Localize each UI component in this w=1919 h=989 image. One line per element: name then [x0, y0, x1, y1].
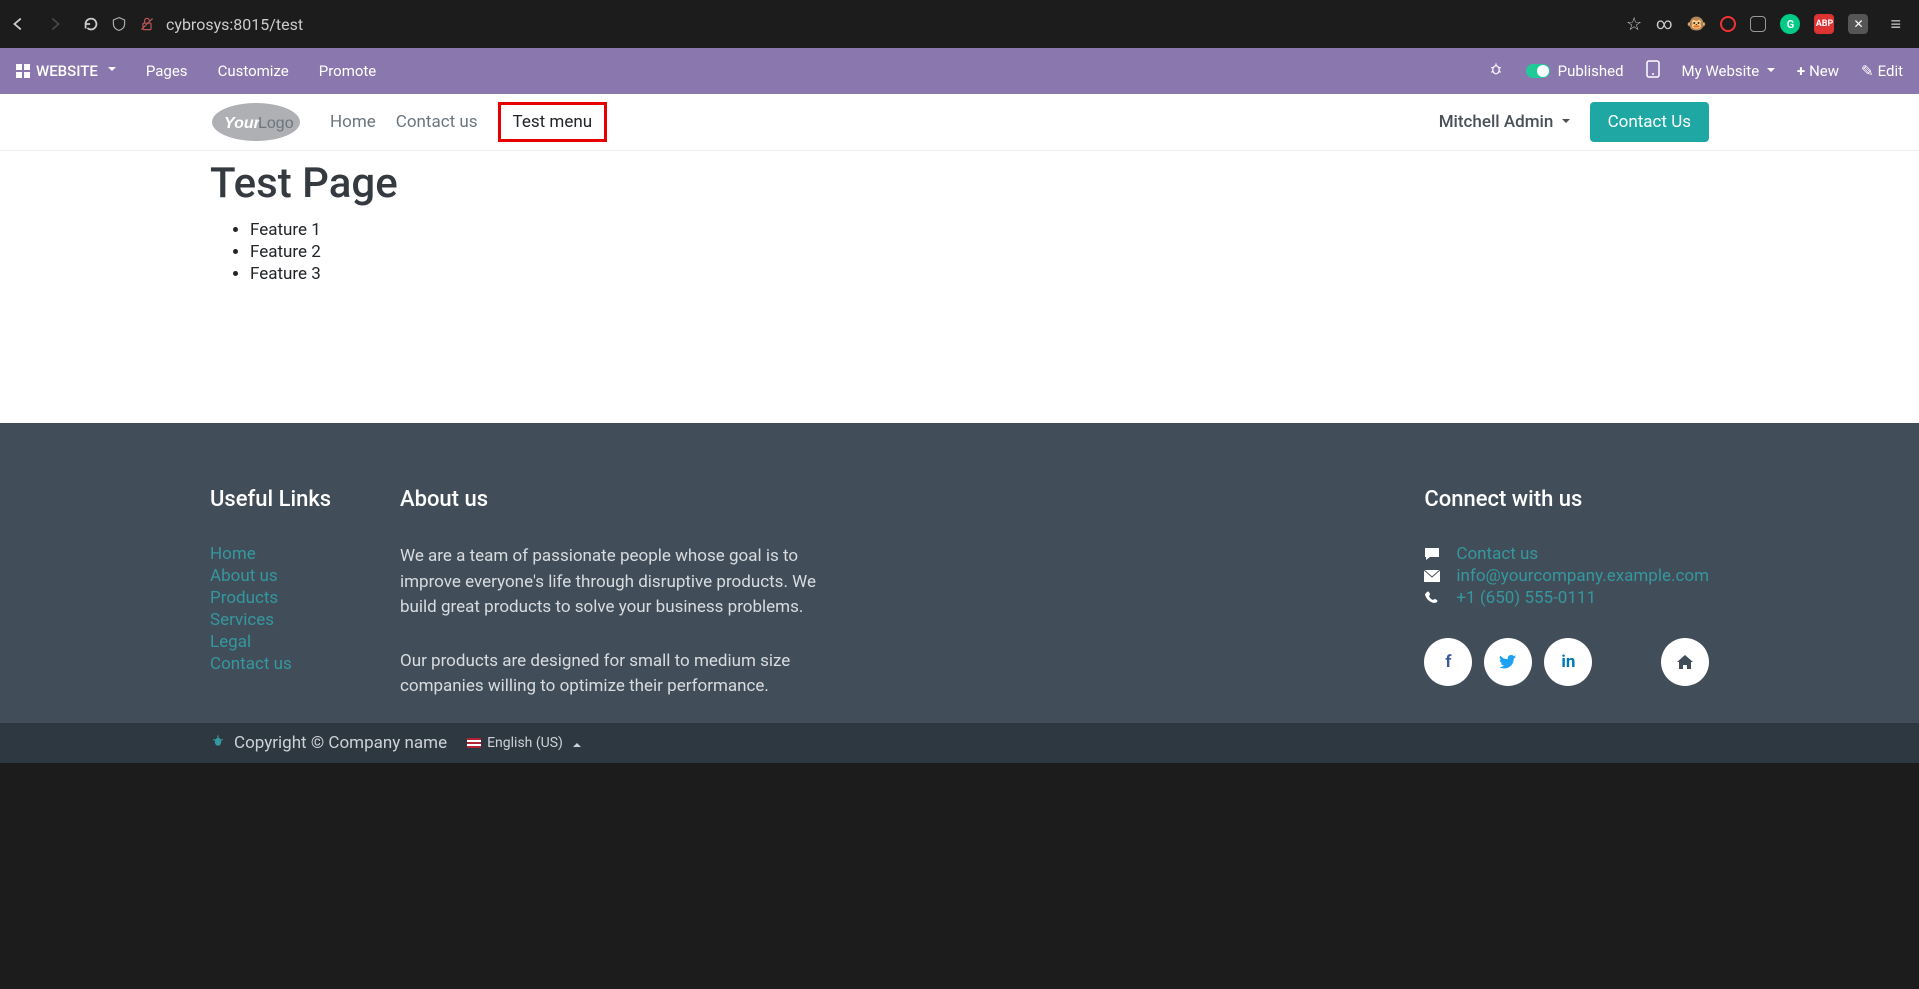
language-label: English (US): [487, 735, 563, 751]
my-website-dropdown[interactable]: My Website: [1682, 62, 1775, 80]
phone-icon: [1424, 591, 1442, 605]
website-app-dropdown[interactable]: WEBSITE: [16, 62, 116, 80]
footer-link-home[interactable]: Home: [210, 544, 256, 564]
connect-col: Connect with us Contact us info@yourcomp…: [1424, 487, 1709, 728]
envelope-icon: [1424, 570, 1442, 582]
site-logo[interactable]: Your Logo: [210, 101, 302, 143]
chat-icon: [1424, 547, 1442, 561]
published-label: Published: [1558, 62, 1624, 80]
linkedin-button[interactable]: in: [1544, 638, 1592, 686]
svg-text:Your: Your: [224, 115, 261, 132]
nav-test-menu[interactable]: Test menu: [498, 102, 608, 142]
my-website-label: My Website: [1682, 62, 1760, 80]
footer-link-products[interactable]: Products: [210, 588, 278, 608]
caret-down-icon: [108, 67, 116, 75]
useful-links-title: Useful Links: [210, 487, 400, 512]
lock-slash-icon[interactable]: [138, 15, 156, 33]
email-link[interactable]: info@yourcompany.example.com: [1456, 566, 1709, 586]
contact-us-button[interactable]: Contact Us: [1590, 102, 1709, 142]
menu-customize[interactable]: Customize: [218, 62, 289, 80]
footer-link-services[interactable]: Services: [210, 610, 274, 630]
ext-abp-icon[interactable]: ABP: [1814, 14, 1834, 34]
connect-title: Connect with us: [1424, 487, 1709, 512]
ext-monkey-icon[interactable]: 🐵: [1687, 14, 1707, 34]
ext-x-icon[interactable]: ✕: [1848, 14, 1868, 34]
back-button[interactable]: [10, 15, 28, 33]
nav-home[interactable]: Home: [330, 112, 376, 132]
language-selector[interactable]: English (US): [467, 735, 581, 751]
forward-button[interactable]: [46, 15, 64, 33]
ext-square-icon[interactable]: [1750, 16, 1766, 32]
footer-link-contact[interactable]: Contact us: [210, 654, 292, 674]
shield-icon[interactable]: [110, 15, 128, 33]
site-header: Your Logo Home Contact us Test menu Mitc…: [0, 94, 1919, 151]
bookmark-star-icon[interactable]: ☆: [1626, 14, 1642, 35]
caret-down-icon: [1562, 119, 1570, 127]
footer: Useful Links Home About us Products Serv…: [0, 423, 1919, 723]
user-name-label: Mitchell Admin: [1439, 112, 1554, 132]
edit-button[interactable]: ✎Edit: [1861, 62, 1903, 80]
ext-infinity-icon[interactable]: ∞: [1656, 14, 1672, 34]
ext-circle-icon[interactable]: [1720, 16, 1736, 32]
apps-grid-icon: [16, 64, 30, 78]
pencil-icon: ✎: [1861, 62, 1874, 80]
contact-us-link[interactable]: Contact us: [1456, 544, 1538, 564]
bug-icon[interactable]: [1488, 61, 1504, 81]
plus-icon: +: [1797, 62, 1805, 80]
url-text[interactable]: cybrosys:8015/test: [166, 15, 303, 34]
page-title: Test Page: [210, 159, 1709, 208]
mobile-preview-icon[interactable]: [1646, 60, 1660, 82]
feature-item: Feature 3: [250, 264, 1709, 284]
user-menu[interactable]: Mitchell Admin: [1439, 112, 1570, 132]
useful-links-col: Useful Links Home About us Products Serv…: [210, 487, 400, 728]
bug-icon[interactable]: [210, 733, 226, 754]
new-button[interactable]: +New: [1797, 62, 1839, 80]
caret-up-icon: [573, 739, 581, 747]
extension-icons: ☆ ∞ 🐵 G ABP ✕ ≡: [1626, 14, 1909, 35]
menu-pages[interactable]: Pages: [146, 62, 188, 80]
hamburger-menu-icon[interactable]: ≡: [1890, 14, 1901, 35]
feature-list: Feature 1 Feature 2 Feature 3: [210, 220, 1709, 284]
bottom-bar: Copyright © Company name English (US): [0, 723, 1919, 763]
feature-item: Feature 1: [250, 220, 1709, 240]
copyright-text: Copyright © Company name: [234, 733, 447, 753]
reload-button[interactable]: [82, 15, 100, 33]
home-button[interactable]: [1661, 638, 1709, 686]
nav-contact-us[interactable]: Contact us: [396, 112, 478, 132]
admin-bar: WEBSITE Pages Customize Promote Publishe…: [0, 48, 1919, 94]
flag-us-icon: [467, 738, 481, 748]
footer-link-about[interactable]: About us: [210, 566, 278, 586]
about-paragraph-2: Our products are designed for small to m…: [400, 649, 840, 700]
about-title: About us: [400, 487, 960, 512]
facebook-button[interactable]: f: [1424, 638, 1472, 686]
app-label: WEBSITE: [36, 62, 98, 80]
published-toggle[interactable]: [1526, 64, 1550, 78]
svg-text:Logo: Logo: [258, 115, 294, 132]
ext-g-icon[interactable]: G: [1780, 14, 1800, 34]
feature-item: Feature 2: [250, 242, 1709, 262]
twitter-button[interactable]: [1484, 638, 1532, 686]
about-us-col: About us We are a team of passionate peo…: [400, 487, 960, 728]
about-paragraph-1: We are a team of passionate people whose…: [400, 544, 840, 621]
main-content: Test Page Feature 1 Feature 2 Feature 3: [0, 151, 1919, 423]
footer-link-legal[interactable]: Legal: [210, 632, 251, 652]
browser-chrome: cybrosys:8015/test ☆ ∞ 🐵 G ABP ✕ ≡: [0, 0, 1919, 48]
phone-link[interactable]: +1 (650) 555-0111: [1456, 588, 1596, 608]
menu-promote[interactable]: Promote: [319, 62, 377, 80]
caret-down-icon: [1767, 68, 1775, 76]
